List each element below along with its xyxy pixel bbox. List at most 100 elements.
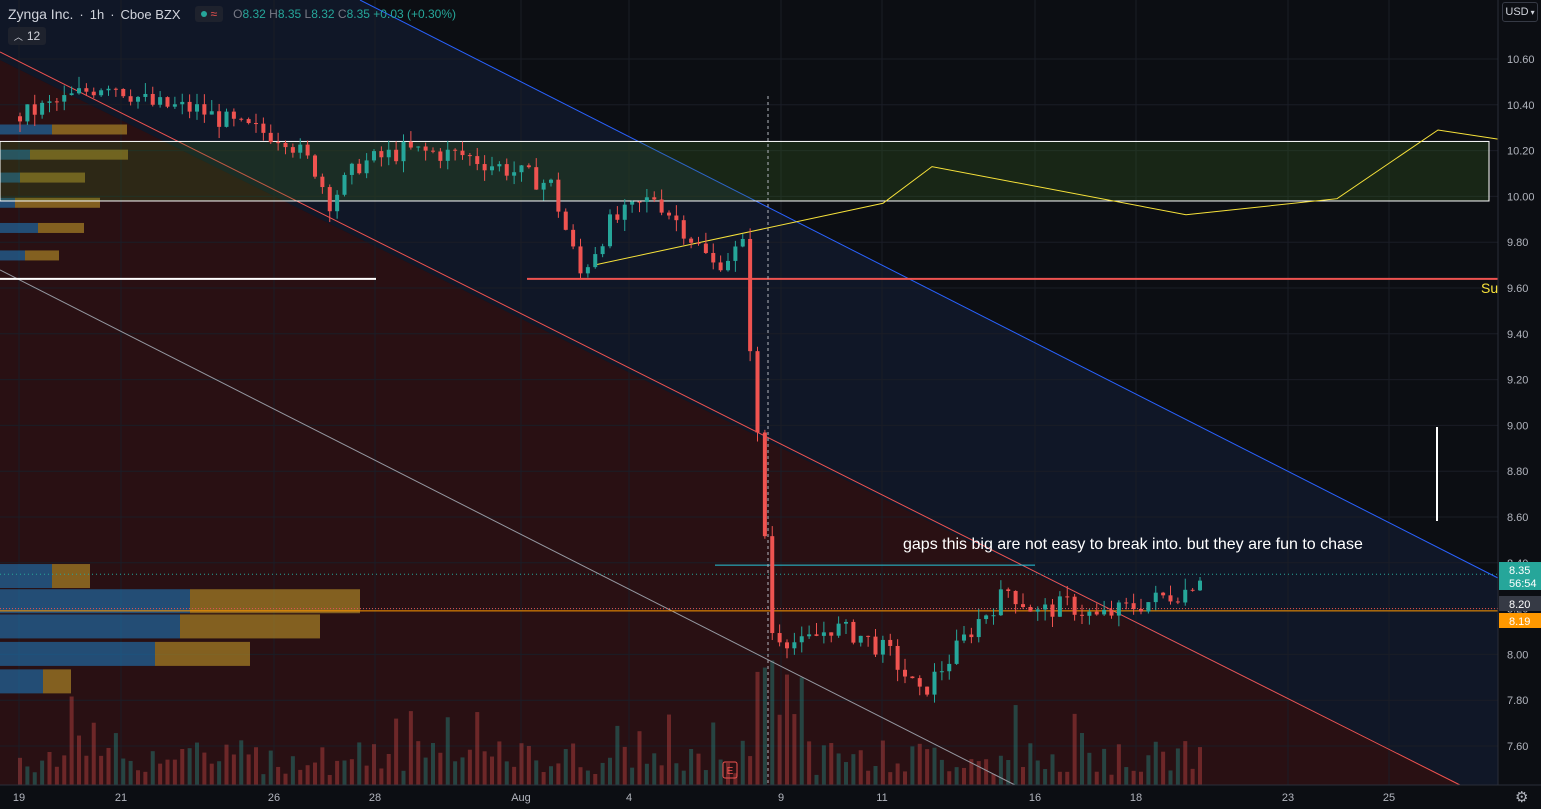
candle-body — [143, 93, 148, 97]
candle-body — [1116, 602, 1121, 616]
price-label-value: 8.20 — [1509, 599, 1530, 611]
volume-profile-bar-gold — [180, 614, 320, 639]
volume-bar — [475, 712, 480, 785]
candle-body — [880, 639, 885, 655]
candle-body — [401, 141, 406, 162]
currency-select[interactable]: USD ▾ — [1502, 2, 1538, 22]
volume-bar — [386, 753, 391, 785]
candle-body — [1153, 592, 1158, 603]
volume-bar — [563, 749, 568, 785]
x-tick-label: 19 — [13, 792, 25, 804]
candle-body — [224, 111, 229, 127]
candle-body — [947, 663, 952, 672]
candle-body — [910, 676, 915, 679]
candle-body — [799, 636, 804, 643]
candle-body — [467, 155, 472, 157]
resistance-zone-box — [0, 140, 1490, 202]
market-status-pill[interactable]: ≈ — [194, 6, 224, 22]
volume-bar — [1021, 766, 1025, 785]
volume-bar — [711, 722, 716, 785]
candle-body — [47, 101, 52, 103]
chart-annotation-text[interactable]: gaps this big are not easy to break into… — [903, 536, 1363, 554]
volume-bar — [150, 751, 155, 785]
candle-body — [1035, 609, 1040, 612]
volume-bar — [1153, 741, 1158, 785]
volume-bar — [1057, 771, 1062, 785]
volume-bar — [777, 714, 782, 785]
volume-bar — [128, 760, 133, 785]
candle-body — [895, 645, 900, 670]
volume-bar — [202, 752, 207, 785]
price-label-value: 8.35 — [1509, 565, 1530, 577]
volume-bar — [903, 771, 907, 785]
change-value: +0.03 (+0.30%) — [373, 7, 457, 21]
volume-bar — [121, 758, 126, 785]
candle-body — [925, 686, 930, 695]
close-key: C — [337, 7, 347, 21]
header-separator: · — [110, 6, 115, 22]
volume-bar — [342, 760, 347, 785]
volume-bar — [416, 741, 421, 785]
symbol-header: Zynga Inc. · 1h · Cboe BZX ≈ O8.32 H8.35… — [8, 4, 456, 24]
gear-icon[interactable]: ⚙ — [1515, 788, 1528, 806]
candle-body — [851, 621, 856, 643]
volume-bar — [637, 731, 642, 785]
interval-label[interactable]: 1h — [90, 7, 104, 22]
volume-bar — [408, 711, 413, 785]
volume-bar — [261, 774, 266, 785]
candle-body — [438, 151, 443, 161]
candle-body — [1146, 602, 1151, 612]
volume-bar — [615, 725, 620, 785]
y-tick-label: 7.80 — [1507, 695, 1528, 707]
exchange-label: Cboe BZX — [120, 6, 181, 22]
volume-bar — [762, 667, 767, 785]
candle-body — [630, 201, 635, 205]
candle-body — [305, 144, 310, 156]
volume-bar — [490, 756, 494, 785]
indicators-toggle-button[interactable]: ︿ 12 — [8, 27, 46, 45]
candle-body — [836, 623, 841, 636]
y-tick-label: 9.00 — [1507, 420, 1528, 432]
chevron-down-icon: ▾ — [1530, 7, 1535, 17]
volume-bar — [239, 740, 244, 785]
candle-body — [512, 172, 517, 176]
volume-bar — [1116, 744, 1121, 785]
volume-bar — [453, 761, 458, 785]
candle-body — [261, 123, 266, 133]
candle-body — [416, 146, 421, 148]
candle-body — [32, 104, 37, 115]
candle-body — [136, 96, 140, 102]
candle-body — [1050, 604, 1055, 617]
volume-bar — [187, 748, 192, 785]
volume-bar — [696, 753, 701, 785]
volume-bar — [357, 742, 362, 785]
volume-bar — [836, 753, 841, 785]
candle-body — [821, 632, 826, 636]
volume-bar — [327, 774, 332, 785]
candle-body — [762, 432, 767, 537]
candle-body — [408, 141, 413, 148]
candle-body — [313, 155, 317, 177]
volume-bar — [504, 761, 509, 785]
volume-bar — [209, 763, 214, 785]
symbol-title[interactable]: Zynga Inc. — [8, 6, 73, 22]
volume-bar — [276, 766, 281, 785]
volume-bar — [180, 748, 185, 785]
volume-bar — [748, 756, 753, 785]
volume-profile-bar-blue — [0, 589, 190, 614]
price-label-countdown: 56:54 — [1509, 578, 1537, 590]
volume-bar — [681, 770, 686, 785]
volume-bar — [460, 757, 465, 785]
candle-body — [962, 634, 966, 641]
volume-bar — [1146, 755, 1151, 785]
candle-body — [1183, 589, 1188, 603]
price-chart[interactable]: E 10.60 10.40 10.20 10.00 9.80 9.60 9.40 9.20 9.0… — [0, 0, 1541, 809]
candle-body — [681, 220, 686, 239]
volume-bar — [998, 755, 1003, 785]
volume-bar — [18, 757, 22, 785]
volume-bar — [659, 765, 664, 785]
candle-body — [364, 160, 369, 174]
volume-bar — [195, 742, 199, 785]
volume-bar — [99, 755, 104, 785]
candle-body — [91, 91, 96, 96]
